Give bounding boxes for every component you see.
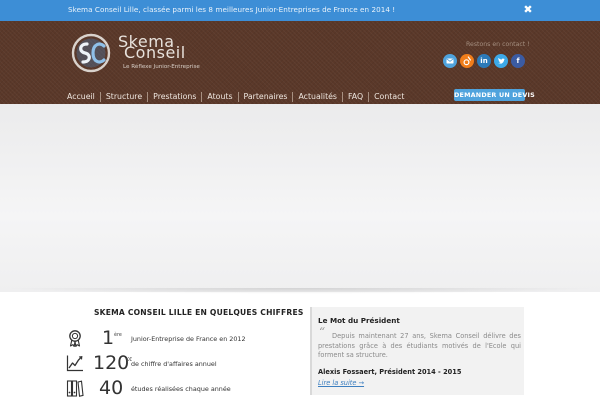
figures-title: SKEMA CONSEIL LILLE EN QUELQUES CHIFFRES <box>94 308 304 317</box>
logo-mark-icon <box>71 33 111 73</box>
main-nav: Accueil Structure Prestations Atouts Par… <box>62 91 409 103</box>
linkedin-icon[interactable]: in <box>477 54 491 68</box>
hero-slider[interactable] <box>0 104 600 292</box>
nav-item-actualites[interactable]: Actualités <box>293 92 343 102</box>
nav-item-accueil[interactable]: Accueil <box>62 92 101 102</box>
figure-row-revenue: 120 K€ de chiffre d'affaires annuel <box>66 351 306 375</box>
site-header: Skema Conseil Le Réflexe Junior-Entrepri… <box>0 21 600 104</box>
figure-number-revenue: 120 <box>93 352 130 374</box>
president-title: Le Mot du Président <box>318 316 400 325</box>
nav-item-prestations[interactable]: Prestations <box>148 92 203 102</box>
nav-item-atouts[interactable]: Atouts <box>202 92 239 102</box>
figure-label-revenue: de chiffre d'affaires annuel <box>131 360 217 368</box>
request-quote-button[interactable]: DEMANDER UN DEVIS <box>454 89 535 101</box>
president-quote-text: Depuis maintenant 27 ans, Skema Conseil … <box>318 332 521 359</box>
figure-sup-ranking: ère <box>114 333 122 338</box>
facebook-icon[interactable]: f <box>511 54 525 68</box>
announcement-text: Skema Conseil Lille, classée parmi les 8… <box>68 5 396 14</box>
nav-item-faq[interactable]: FAQ <box>343 92 370 102</box>
nav-item-partenaires[interactable]: Partenaires <box>239 92 294 102</box>
logo[interactable]: Skema Conseil Le Réflexe Junior-Entrepri… <box>69 33 204 73</box>
announcement-bar: Skema Conseil Lille, classée parmi les 8… <box>0 0 600 21</box>
close-icon[interactable]: ✖ <box>520 1 536 19</box>
figure-label-ranking: Junior-Entreprise de France en 2012 <box>131 335 246 343</box>
nav-item-structure[interactable]: Structure <box>101 92 149 102</box>
facebook-glyph: f <box>516 57 520 65</box>
contact-link[interactable]: Restons en contact ! <box>466 41 530 48</box>
nav-item-contact[interactable]: Contact <box>369 92 409 102</box>
figure-number-studies: 40 <box>99 377 124 399</box>
binders-icon <box>66 380 84 397</box>
viadeo-icon[interactable] <box>460 54 474 68</box>
award-ribbon-icon <box>69 330 81 347</box>
figure-row-ranking: 1 ère Junior-Entreprise de France en 201… <box>66 326 306 350</box>
slider-shadow <box>0 288 600 294</box>
logo-tagline: Le Réflexe Junior-Entreprise <box>123 64 200 70</box>
twitter-icon[interactable] <box>494 54 508 68</box>
president-word-box: Le Mot du Président “ Depuis maintenant … <box>310 307 524 395</box>
logo-name-line2: Conseil <box>124 43 186 62</box>
email-icon[interactable] <box>443 54 457 68</box>
figure-label-studies: études réalisées chaque année <box>131 385 231 393</box>
linkedin-glyph: in <box>480 57 488 65</box>
president-author: Alexis Fossaert, Président 2014 - 2015 <box>318 368 462 376</box>
growth-chart-icon <box>66 355 83 372</box>
read-more-link[interactable]: Lire la suite → <box>318 379 364 387</box>
figure-number-ranking: 1 <box>102 327 115 349</box>
figure-row-studies: 40 études réalisées chaque année <box>66 376 306 400</box>
